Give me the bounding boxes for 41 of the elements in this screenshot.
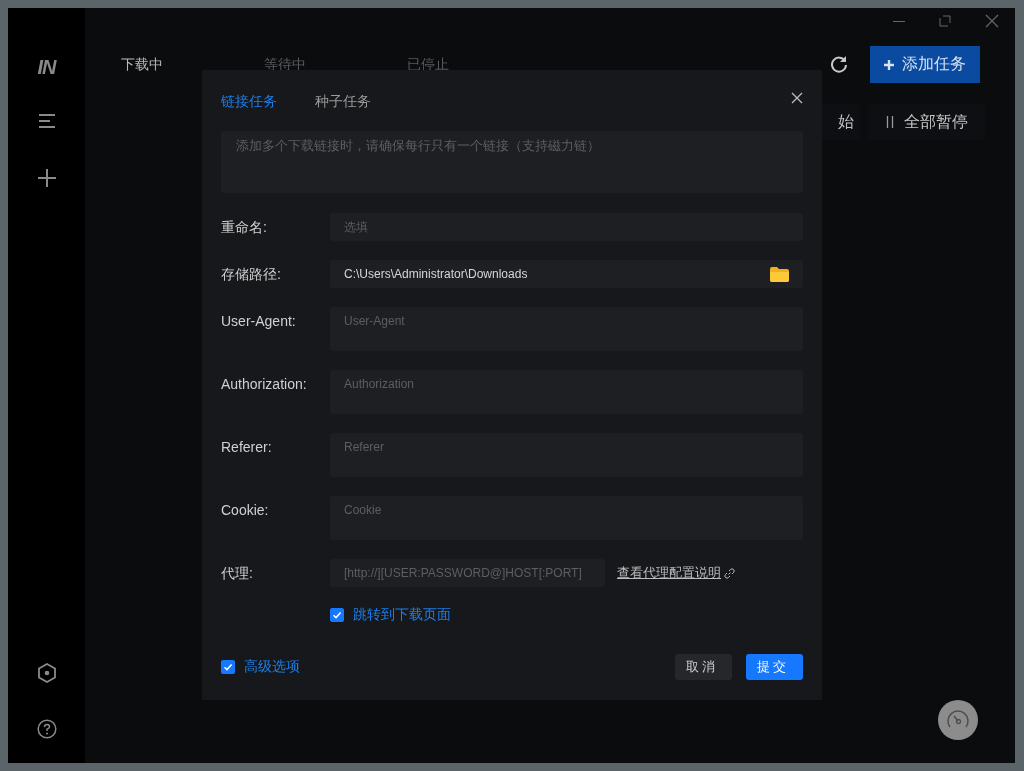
tab[interactable]: 已停止 bbox=[407, 55, 550, 73]
field-label: User-Agent: bbox=[221, 312, 297, 331]
help-icon[interactable] bbox=[36, 719, 57, 739]
input-field[interactable]: User-Agent bbox=[330, 307, 803, 351]
tab[interactable]: 链接任务 bbox=[221, 91, 277, 110]
plus-icon[interactable] bbox=[37, 169, 56, 187]
checkbox[interactable] bbox=[221, 660, 235, 674]
checkbox-label[interactable]: 跳转到下载页面 bbox=[353, 606, 451, 624]
input-field[interactable]: Referer bbox=[330, 433, 803, 477]
field-label: Cookie: bbox=[221, 501, 270, 520]
field-label: 代理: bbox=[221, 564, 254, 583]
tab[interactable]: 下载中 bbox=[121, 55, 264, 73]
pause-all-button[interactable]: 全部暂停 bbox=[868, 104, 985, 140]
field-label: 重命名: bbox=[221, 218, 268, 237]
checkbox-label[interactable]: 高级选项 bbox=[244, 658, 300, 676]
proxy-help-link[interactable]: 查看代理配置说明 bbox=[617, 559, 735, 587]
tab[interactable]: 种子任务 bbox=[315, 91, 371, 110]
cancel-button[interactable]: 取消 bbox=[675, 654, 732, 680]
field-label: Referer: bbox=[221, 438, 273, 457]
close-icon[interactable] bbox=[791, 92, 803, 104]
tab[interactable]: 等待中 bbox=[264, 55, 407, 73]
app-logo: IN bbox=[37, 55, 56, 79]
input-field[interactable]: 选填 bbox=[330, 213, 803, 241]
input-field[interactable]: Cookie bbox=[330, 496, 803, 540]
add-task-button[interactable]: 添加任务 bbox=[870, 46, 980, 83]
menu-icon[interactable] bbox=[37, 113, 56, 129]
input-field[interactable]: [http://][USER:PASSWORD@]HOST[:PORT] bbox=[330, 559, 605, 587]
plus-icon bbox=[884, 59, 894, 70]
refresh-icon[interactable] bbox=[830, 55, 848, 73]
field-label: Authorization: bbox=[221, 375, 308, 394]
start-all-button[interactable]: 始 bbox=[820, 104, 860, 140]
pause-icon bbox=[885, 116, 894, 128]
link-icon bbox=[724, 567, 735, 579]
checkbox[interactable] bbox=[330, 608, 344, 622]
field-label: 存储路径: bbox=[221, 265, 282, 284]
input-field[interactable]: Authorization bbox=[330, 370, 803, 414]
folder-icon[interactable] bbox=[770, 266, 789, 282]
submit-button[interactable]: 提交 bbox=[746, 654, 803, 680]
input-field[interactable]: C:\Users\Administrator\Downloads bbox=[330, 260, 803, 288]
settings-icon[interactable] bbox=[37, 663, 56, 683]
speedometer-button[interactable] bbox=[938, 700, 978, 740]
